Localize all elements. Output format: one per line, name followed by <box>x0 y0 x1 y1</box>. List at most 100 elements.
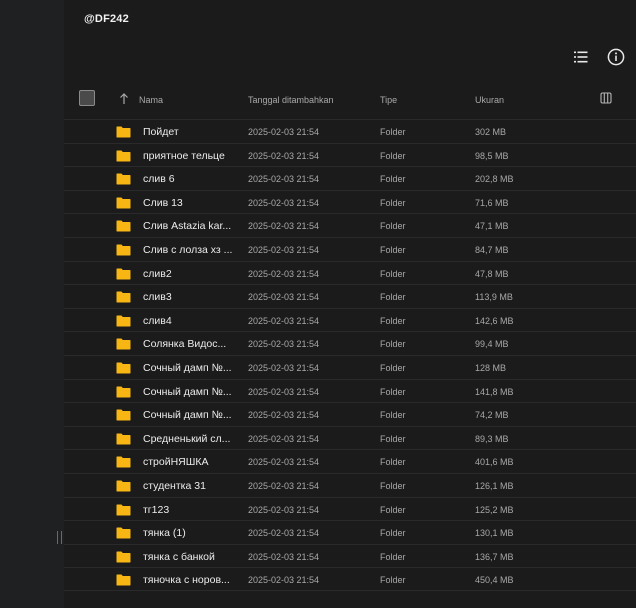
file-type: Folder <box>380 551 406 562</box>
folder-icon <box>116 244 131 256</box>
table-row[interactable]: тяночка с норов... 2025-02-03 21:54 Folder… <box>64 567 636 591</box>
file-name: тг123 <box>143 503 170 516</box>
table-row[interactable]: слив4 2025-02-03 21:54 Folder 142,6 MB <box>64 307 636 332</box>
table-row[interactable]: Средненький сл... 2025-02-03 21:54 Folder 8… <box>64 425 636 450</box>
file-list: Пойдет 2025-02-03 21:54 Folder 302 MB прият… <box>64 119 636 591</box>
file-type: Folder <box>380 150 406 161</box>
table-row[interactable]: слив2 2025-02-03 21:54 Folder 47,8 MB <box>64 260 636 285</box>
table-row[interactable]: приятное тельце 2025-02-03 21:54 Folder 98,… <box>64 142 636 167</box>
folder-icon <box>116 504 131 515</box>
table-row[interactable]: Слив Astazia kar... 2025-02-03 21:54 Folde… <box>64 213 636 237</box>
file-date: 2025-02-03 21:54 <box>248 457 320 468</box>
list-view-icon <box>574 51 588 63</box>
folder-icon <box>116 268 131 280</box>
file-type: Folder <box>380 339 406 350</box>
folder-icon <box>116 173 131 185</box>
file-name: слив 6 <box>143 173 175 186</box>
file-size: 130,1 MB <box>475 528 514 539</box>
folder-icon <box>116 197 131 209</box>
file-date: 2025-02-03 21:54 <box>248 174 320 185</box>
file-date: 2025-02-03 21:54 <box>248 268 320 279</box>
folder-icon <box>116 220 131 232</box>
file-name: приятное тельце <box>143 149 225 162</box>
table-row[interactable]: Сочный дамп №... 2025-02-03 21:54 Folder 12… <box>64 354 636 379</box>
table-row[interactable]: тг123 2025-02-03 21:54 Folder 125,2 MB <box>64 496 636 521</box>
table-header: Nama Tanggal ditambahkan Tipe Ukuran <box>64 86 636 116</box>
file-type: Folder <box>380 315 406 326</box>
file-type: Folder <box>380 127 406 137</box>
file-type: Folder <box>380 504 406 515</box>
sidebar-resize-handle[interactable] <box>57 531 62 544</box>
file-date: 2025-02-03 21:54 <box>248 244 320 255</box>
file-type: Folder <box>380 386 406 397</box>
folder-icon <box>116 480 131 492</box>
file-date: 2025-02-03 21:54 <box>248 150 320 161</box>
info-icon <box>607 48 625 66</box>
file-type: Folder <box>380 174 406 185</box>
file-size: 128 MB <box>475 362 507 373</box>
file-size: 142,6 MB <box>475 315 514 326</box>
column-header-type[interactable]: Tipe <box>380 95 397 105</box>
table-row[interactable]: Солянка Видос... 2025-02-03 21:54 Folder 99… <box>64 331 636 355</box>
folder-icon <box>116 386 131 398</box>
info-button[interactable] <box>606 47 626 67</box>
file-size: 113,9 MB <box>475 292 513 303</box>
table-row[interactable]: студентка 31 2025-02-03 21:54 Folder 126,1 … <box>64 472 636 497</box>
sort-ascending-icon[interactable] <box>119 93 129 105</box>
list-view-button[interactable] <box>571 47 591 67</box>
file-date: 2025-02-03 21:54 <box>248 410 320 421</box>
select-all-checkbox[interactable] <box>79 90 95 106</box>
file-size: 89,3 MB <box>475 433 509 444</box>
file-size: 125,2 MB <box>475 504 514 515</box>
file-name: слив3 <box>143 291 172 304</box>
file-name: тяночка с норов... <box>143 574 230 587</box>
table-row[interactable]: слив3 2025-02-03 21:54 Folder 113,9 MB <box>64 284 636 308</box>
column-header-size[interactable]: Ukuran <box>475 95 504 105</box>
folder-icon <box>116 126 131 138</box>
file-size: 126,1 MB <box>475 480 514 491</box>
file-type: Folder <box>380 480 406 491</box>
file-date: 2025-02-03 21:54 <box>248 339 320 350</box>
table-row[interactable]: Слив с лолза хз ... 2025-02-03 21:54 Folde… <box>64 236 636 261</box>
file-name: стройНЯШКА <box>143 456 209 469</box>
table-row[interactable]: Сочный дамп №... 2025-02-03 21:54 Folder 74… <box>64 402 636 426</box>
file-name: Сочный дамп №... <box>143 361 232 374</box>
file-date: 2025-02-03 21:54 <box>248 221 320 232</box>
file-size: 98,5 MB <box>475 150 509 161</box>
file-size: 99,4 MB <box>475 339 509 350</box>
file-type: Folder <box>380 292 406 303</box>
file-size: 141,8 MB <box>475 386 514 397</box>
table-row[interactable]: стройНЯШКА 2025-02-03 21:54 Folder 401,6 MB <box>64 449 636 473</box>
folder-icon <box>116 315 131 327</box>
file-type: Folder <box>380 433 406 444</box>
table-row[interactable]: Слив 13 2025-02-03 21:54 Folder 71,6 MB <box>64 189 636 214</box>
file-date: 2025-02-03 21:54 <box>248 197 320 208</box>
file-name: Пойдет <box>143 126 179 138</box>
file-type: Folder <box>380 575 406 586</box>
file-name: Слив 13 <box>143 196 183 209</box>
file-name: Слив с лолза хз ... <box>143 243 233 256</box>
file-type: Folder <box>380 197 406 208</box>
columns-settings-icon[interactable] <box>600 92 612 104</box>
table-row[interactable]: слив 6 2025-02-03 21:54 Folder 202,8 MB <box>64 166 636 190</box>
folder-icon <box>116 433 131 445</box>
file-name: тянка (1) <box>143 527 186 540</box>
folder-icon <box>116 456 131 468</box>
file-date: 2025-02-03 21:54 <box>248 504 320 515</box>
file-size: 47,8 MB <box>475 268 509 279</box>
table-row[interactable]: Сочный дамп №... 2025-02-03 21:54 Folder 14… <box>64 378 636 403</box>
file-size: 401,6 MB <box>475 457 514 468</box>
file-type: Folder <box>380 244 406 255</box>
file-type: Folder <box>380 268 406 279</box>
sidebar <box>0 0 64 608</box>
table-row[interactable]: тянка с банкой 2025-02-03 21:54 Folder 136,… <box>64 543 636 568</box>
table-row[interactable]: Пойдет 2025-02-03 21:54 Folder 302 MB <box>64 119 636 143</box>
file-browser: @DF242 Nama Tanggal ditambahkan Tipe Uku… <box>64 0 636 608</box>
folder-icon <box>116 362 131 374</box>
file-size: 202,8 MB <box>475 174 514 185</box>
file-size: 450,4 MB <box>475 575 514 586</box>
file-date: 2025-02-03 21:54 <box>248 575 320 586</box>
column-header-date[interactable]: Tanggal ditambahkan <box>248 95 334 105</box>
column-header-name[interactable]: Nama <box>139 95 163 105</box>
table-row[interactable]: тянка (1) 2025-02-03 21:54 Folder 130,1 MB <box>64 520 636 544</box>
